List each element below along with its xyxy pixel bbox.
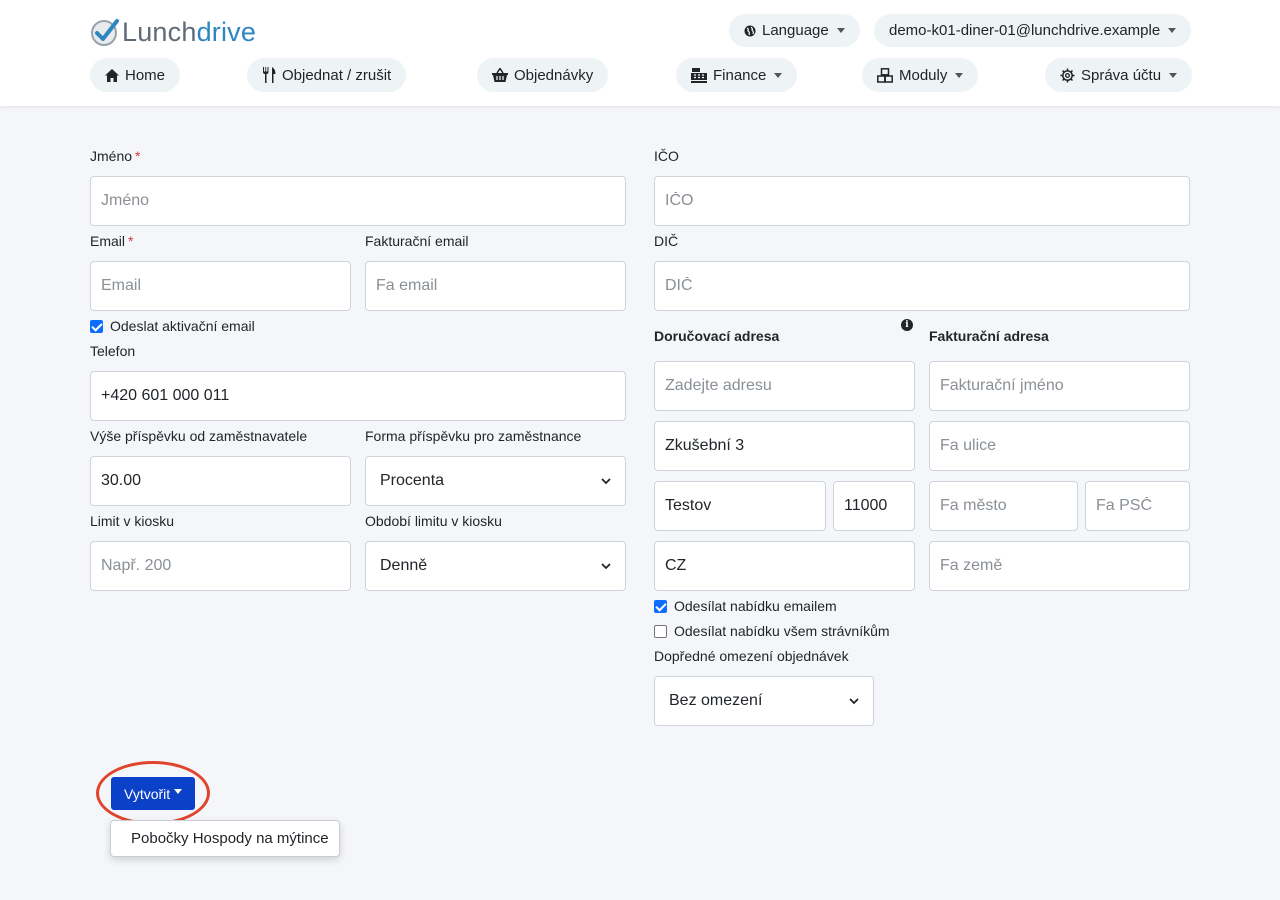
dic-label: DIČ <box>654 233 679 249</box>
lunchdrive-logo[interactable]: Lunchdrive <box>90 16 256 48</box>
invoice-email-field[interactable] <box>365 261 626 311</box>
billing-country-field[interactable] <box>929 541 1190 591</box>
email-label: Email * <box>90 233 134 249</box>
chevron-down-icon <box>1168 28 1177 33</box>
name-field[interactable] <box>90 176 626 226</box>
dropdown-item-branch[interactable]: Pobočky Hospody na mýtince <box>131 830 329 847</box>
cubes-icon <box>877 67 893 83</box>
delivery-zip-field[interactable] <box>833 481 915 531</box>
home-icon <box>105 68 119 82</box>
nav-home[interactable]: Home <box>90 58 181 92</box>
order-limit-select[interactable]: Bez omezení <box>654 676 874 726</box>
send-activation-label: Odeslat aktivační email <box>110 318 255 334</box>
chevron-down-icon <box>601 478 611 485</box>
kiosk-period-select[interactable]: Denně <box>365 541 626 591</box>
kiosk-limit-field[interactable] <box>90 541 351 591</box>
nav-orders[interactable]: Objednávky <box>477 58 609 92</box>
info-icon[interactable]: i <box>901 319 913 331</box>
order-limit-label: Dopředné omezení objednávek <box>654 648 849 664</box>
delivery-city-field[interactable] <box>654 481 826 531</box>
user-email: demo-k01-diner-01@lunchdrive.example <box>889 22 1161 39</box>
user-menu-dropdown[interactable]: demo-k01-diner-01@lunchdrive.example <box>874 14 1192 47</box>
chevron-down-icon <box>601 563 611 570</box>
send-activation-checkbox[interactable] <box>90 320 103 333</box>
ico-field[interactable] <box>654 176 1190 226</box>
nav-finance[interactable]: Finance <box>676 58 798 92</box>
ico-label: IČO <box>654 148 679 164</box>
delivery-address-search-field[interactable] <box>654 361 915 411</box>
chevron-down-icon <box>1169 72 1178 78</box>
billing-zip-field[interactable] <box>1085 481 1190 531</box>
top-navbar: Lunchdrive Language demo-k01-diner-01@lu… <box>0 0 1280 106</box>
nav-modules[interactable]: Moduly <box>862 58 979 92</box>
language-dropdown[interactable]: Language <box>729 14 860 47</box>
delivery-country-field[interactable] <box>654 541 915 591</box>
utensils-icon <box>263 67 276 83</box>
gear-icon <box>1060 67 1075 83</box>
create-dropdown-menu: Pobočky Hospody na mýtince <box>110 820 340 857</box>
send-menu-email-label: Odesílat nabídku emailem <box>674 598 837 614</box>
dic-field[interactable] <box>654 261 1190 311</box>
billing-address-heading: Fakturační adresa <box>929 328 1049 344</box>
chevron-down-icon <box>774 72 783 78</box>
delivery-address-heading: Doručovací adresa <box>654 328 780 344</box>
nav-order-cancel[interactable]: Objednat / zrušit <box>247 58 407 92</box>
cash-register-icon <box>691 67 707 83</box>
phone-field[interactable] <box>90 371 626 421</box>
chevron-down-icon <box>849 698 859 705</box>
create-dropdown-button[interactable]: Vytvořit <box>111 777 195 810</box>
kiosk-limit-label: Limit v kiosku <box>90 513 175 529</box>
globe-icon <box>744 25 756 36</box>
send-menu-all-label: Odesílat nabídku všem strávníkům <box>674 623 890 639</box>
name-label: Jméno * <box>90 148 141 164</box>
chevron-down-icon <box>955 72 964 78</box>
kiosk-period-label: Období limitu v kiosku <box>365 513 502 529</box>
caret-down-icon <box>174 789 183 794</box>
invoice-email-label: Fakturační email <box>365 233 469 249</box>
check-logo-icon <box>90 17 120 47</box>
delivery-street-field[interactable] <box>654 421 915 471</box>
language-label: Language <box>762 22 829 39</box>
basket-icon <box>492 68 508 82</box>
billing-street-field[interactable] <box>929 421 1190 471</box>
employer-contribution-label: Výše příspěvku od zaměstnavatele <box>90 428 308 444</box>
email-field[interactable] <box>90 261 351 311</box>
billing-city-field[interactable] <box>929 481 1078 531</box>
send-menu-all-checkbox[interactable] <box>654 625 667 638</box>
contribution-form-label: Forma příspěvku pro zaměstnance <box>365 428 582 444</box>
contribution-form-select[interactable]: Procenta <box>365 456 626 506</box>
send-menu-email-checkbox[interactable] <box>654 600 667 613</box>
nav-account-settings[interactable]: Správa účtu <box>1045 58 1193 92</box>
employer-contribution-field[interactable] <box>90 456 351 506</box>
phone-label: Telefon <box>90 343 136 359</box>
chevron-down-icon <box>836 28 845 33</box>
billing-name-field[interactable] <box>929 361 1190 411</box>
